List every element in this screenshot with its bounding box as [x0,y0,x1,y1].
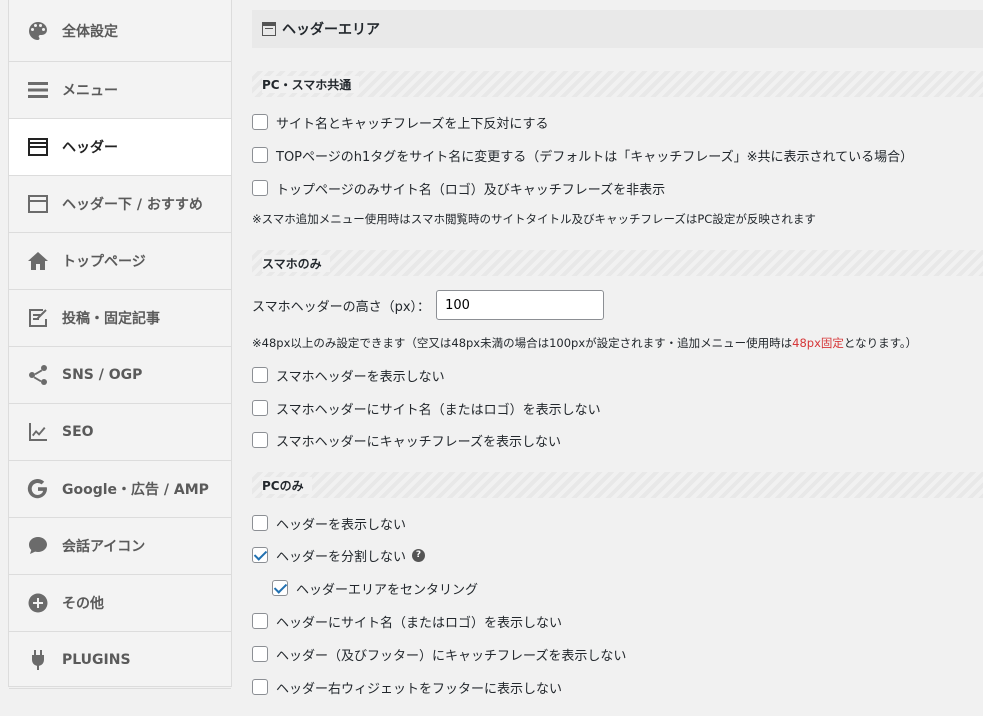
sidebar-item-seo[interactable]: SEO [9,404,231,461]
section-heading-pc: PCのみ [252,472,983,498]
option-swap-sitename-catchphrase[interactable]: サイト名とキャッチフレーズを上下反対にする [252,112,548,132]
sidebar-item-label: ヘッダー [62,140,118,156]
sidebar-item-google[interactable]: Google・広告 / AMP [9,461,231,518]
plug-icon [26,648,50,672]
sp-header-height-input[interactable] [436,290,605,320]
sidebar-item-chat[interactable]: 会話アイコン [9,518,231,575]
option-hide-header[interactable]: ヘッダーを表示しない [252,513,406,533]
sidebar-item-label: ヘッダー下 / おすすめ [62,197,203,213]
settings-sidebar: 全体設定 メニュー ヘッダー ヘッダー下 / おすすめ トップページ 投稿・固定… [8,0,232,689]
edit-icon [26,306,50,330]
sidebar-item-posts[interactable]: 投稿・固定記事 [9,290,231,347]
share-icon [26,363,50,387]
sidebar-item-label: SNS / OGP [62,367,143,383]
option-center-header-area[interactable]: ヘッダーエリアをセンタリング [272,578,478,598]
checkbox[interactable] [252,367,268,383]
sidebar-item-top-page[interactable]: トップページ [9,233,231,290]
checkbox[interactable] [252,679,268,695]
sidebar-item-label: 投稿・固定記事 [62,311,160,327]
page-title: ヘッダーエリア [282,22,380,38]
sidebar-item-menu[interactable]: メニュー [9,62,231,119]
checkbox[interactable] [252,147,268,163]
section-title-bar: ヘッダーエリア [252,10,983,48]
sidebar-item-header-below[interactable]: ヘッダー下 / おすすめ [9,176,231,233]
settings-main: ヘッダーエリア PC・スマホ共通 サイト名とキャッチフレーズを上下反対にする T… [232,0,983,716]
checkbox[interactable] [252,114,268,130]
sp-header-height-label: スマホヘッダーの高さ（px）： [252,299,431,315]
menu-icon [26,78,50,102]
sidebar-item-plugins[interactable]: PLUGINS [9,632,231,689]
option-hide-sitename[interactable]: ヘッダーにサイト名（またはロゴ）を表示しない [252,611,562,631]
section-heading-sp: スマホのみ [252,250,983,276]
sidebar-item-general[interactable]: 全体設定 [9,0,231,62]
sidebar-item-label: メニュー [62,83,118,99]
sidebar-item-label: 会話アイコン [62,539,146,555]
checkbox[interactable] [252,613,268,629]
header-below-icon [26,192,50,216]
option-sp-hide-sitename[interactable]: スマホヘッダーにサイト名（またはロゴ）を表示しない [252,398,601,418]
checkbox[interactable] [252,547,268,563]
option-sp-hide-catchphrase[interactable]: スマホヘッダーにキャッチフレーズを表示しない [252,430,561,450]
option-no-split-header[interactable]: ヘッダーを分割しない ? [252,545,426,565]
option-hide-right-widget-footer[interactable]: ヘッダー右ウィジェットをフッターに表示しない [252,677,562,697]
option-top-h1-sitename[interactable]: TOPページのh1タグをサイト名に変更する（デフォルトは「キャッチフレーズ」※共… [252,145,913,165]
sidebar-item-label: Google・広告 / AMP [62,482,209,498]
checkbox[interactable] [252,646,268,662]
sidebar-item-label: PLUGINS [62,652,131,668]
option-hide-on-top-page[interactable]: トップページのみサイト名（ロゴ）及びキャッチフレーズを非表示 [252,178,665,198]
checkbox[interactable] [252,515,268,531]
help-icon[interactable]: ? [412,548,426,562]
chart-line-icon [26,420,50,444]
google-icon [26,477,50,501]
sidebar-item-label: トップページ [62,254,146,270]
sidebar-item-label: その他 [62,596,104,612]
checkbox[interactable] [252,432,268,448]
note-common: ※スマホ追加メニュー使用時はスマホ閲覧時のサイトタイトル及びキャッチフレーズはP… [252,212,816,226]
option-hide-sp-header[interactable]: スマホヘッダーを表示しない [252,365,445,385]
chat-icon [26,534,50,558]
header-icon [26,135,50,159]
header-area-icon [262,22,276,36]
section-heading-common: PC・スマホ共通 [252,71,983,97]
checkbox[interactable] [272,580,288,596]
sp-header-height-row: スマホヘッダーの高さ（px）： [252,290,605,320]
home-icon [26,249,50,273]
note-sp: ※48px以上のみ設定できます（空又は48px未満の場合は100pxが設定されま… [252,336,918,350]
checkbox[interactable] [252,180,268,196]
sidebar-item-label: SEO [62,424,94,440]
sidebar-item-header[interactable]: ヘッダー [9,119,231,176]
option-hide-catchphrase[interactable]: ヘッダー（及びフッター）にキャッチフレーズを表示しない [252,644,626,664]
palette-icon [26,19,50,43]
sidebar-item-sns[interactable]: SNS / OGP [9,347,231,404]
sidebar-item-label: 全体設定 [62,23,118,40]
plus-circle-icon [26,591,50,615]
checkbox[interactable] [252,400,268,416]
sidebar-item-other[interactable]: その他 [9,575,231,632]
